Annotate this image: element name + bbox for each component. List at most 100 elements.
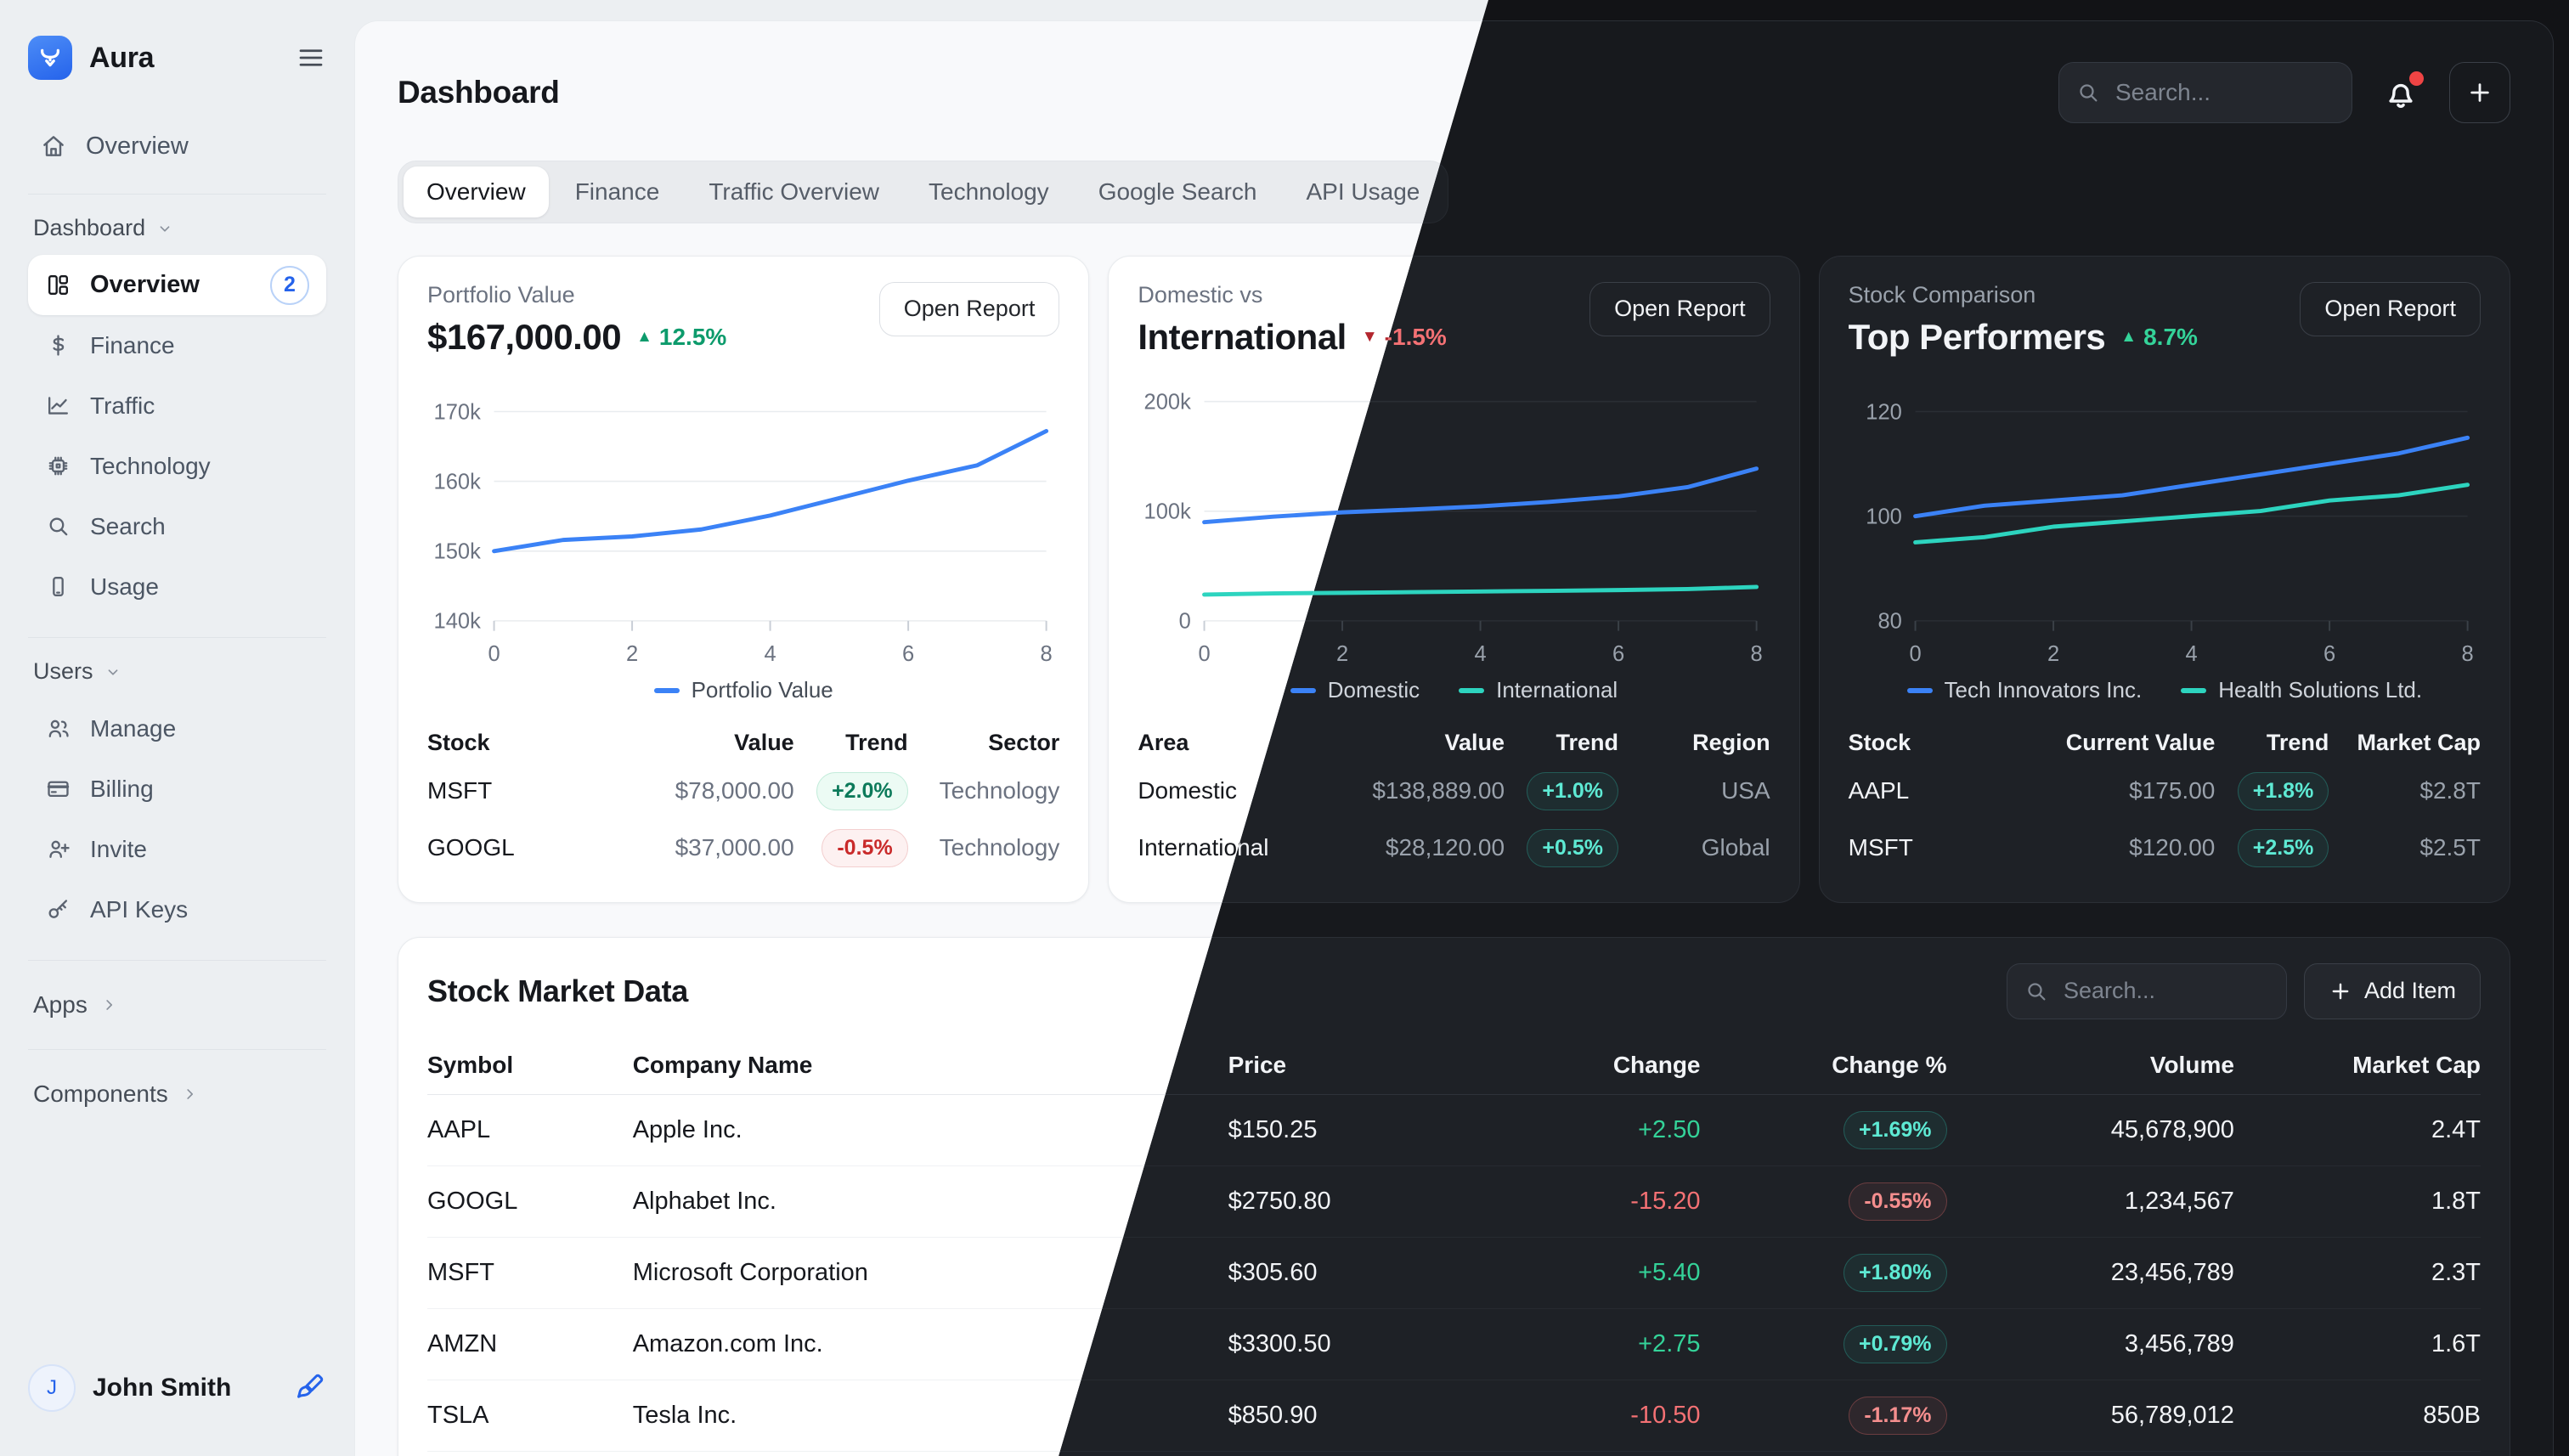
legend-item: International [1459, 677, 1618, 703]
cell-price: $3300.50 [1228, 1308, 1454, 1380]
legend-label: Health Solutions Ltd. [2218, 677, 2422, 703]
cell-price: $150.25 [1228, 1094, 1454, 1165]
sidebar-item-invite[interactable]: Invite [28, 819, 326, 879]
open-report-button[interactable]: Open Report [1589, 282, 1770, 336]
sidebar-item-manage[interactable]: Manage [28, 698, 326, 759]
cell-symbol: MSFT [427, 1237, 633, 1308]
line-chart: 140k150k160k170k02468 [427, 373, 1059, 672]
global-search-input[interactable] [2058, 62, 2352, 123]
cell-volume: 3,456,789 [1947, 1308, 2234, 1380]
tab-traffic-overview[interactable]: Traffic Overview [686, 166, 902, 217]
legend-swatch [1459, 688, 1484, 693]
divider [28, 637, 326, 638]
triangle-up-icon: ▲ [2120, 328, 2137, 347]
cell-change-pct: +2.84% [1701, 1451, 1947, 1456]
chevron-right-icon [99, 996, 118, 1014]
notifications-button[interactable] [2381, 73, 2420, 112]
sidebar-item-label: Finance [90, 332, 175, 359]
svg-text:8: 8 [1751, 642, 1763, 666]
sidebar-item-overview[interactable]: Overview2 [28, 255, 326, 315]
table-row: GOOGL$37,000.00-0.5%Technology [427, 820, 1059, 877]
sidebar-item-api-keys[interactable]: API Keys [28, 879, 326, 940]
svg-text:100: 100 [1866, 505, 1902, 528]
cell-market-cap: 1.8T [2234, 1165, 2481, 1237]
cell-symbol: AMZN [427, 1308, 633, 1380]
table-title: Stock Market Data [427, 973, 688, 1009]
line-chart: 8010012002468 [1849, 373, 2481, 672]
bull-icon [37, 44, 64, 71]
card-table: StockValueTrendSectorMSFT$78,000.00+2.0%… [427, 718, 1059, 877]
add-new-button[interactable] [2449, 62, 2510, 123]
trend-badge: +2.0% [816, 772, 908, 810]
cell-name: GOOGL [427, 820, 585, 877]
cell-value: $78,000.00 [585, 763, 794, 820]
sidebar-item-label: Search [90, 513, 166, 540]
sidebar-item-overview-top[interactable]: Overview [28, 119, 326, 173]
sidebar-item-technology[interactable]: Technology [28, 436, 326, 496]
cell-change-pct: +0.79% [1701, 1308, 1947, 1380]
svg-text:160k: 160k [434, 470, 482, 494]
trend-badge: +1.0% [1527, 772, 1618, 810]
svg-text:8: 8 [1041, 642, 1053, 666]
sidebar-item-search[interactable]: Search [28, 496, 326, 556]
sidebar-item-usage[interactable]: Usage [28, 556, 326, 617]
delta-value: 8.7% [2143, 324, 2198, 351]
cell-change: +2.75 [1454, 1308, 1700, 1380]
change-pct-badge: +0.79% [1843, 1325, 1947, 1363]
sidebar-item-label: Invite [90, 836, 147, 863]
theme-brush-icon[interactable] [292, 1371, 326, 1405]
card-header-left: Stock ComparisonTop Performers▲8.7% [1849, 282, 2198, 358]
chart-legend: Portfolio Value [427, 675, 1059, 706]
sidebar-item-traffic[interactable]: Traffic [28, 375, 326, 436]
cell-change-pct: -1.17% [1701, 1380, 1947, 1451]
section-label-users[interactable]: Users [28, 658, 326, 685]
column-header: Trend [2215, 718, 2329, 763]
delta-up: ▲ 8.7% [2120, 324, 2198, 351]
open-report-button[interactable]: Open Report [879, 282, 1060, 336]
trend-badge: +1.8% [2238, 772, 2329, 810]
cell-symbol: NVDA [427, 1451, 633, 1456]
sidebar-link-apps[interactable]: Apps [28, 981, 326, 1029]
card-title-row: $167,000.00▲12.5% [427, 317, 726, 358]
change-pct-badge: +1.80% [1843, 1254, 1947, 1292]
cell-extra: Technology [908, 763, 1060, 820]
cell-extra: $2.5T [2329, 820, 2481, 877]
sidebar-item-label: Usage [90, 573, 159, 601]
cell-market-cap: 850B [2234, 1380, 2481, 1451]
tab-api-usage[interactable]: API Usage [1283, 166, 1443, 217]
svg-text:150k: 150k [434, 539, 482, 563]
cell-volume: 1,234,567 [1947, 1165, 2234, 1237]
section-label-dashboard[interactable]: Dashboard [28, 215, 326, 241]
cell-value: $138,889.00 [1296, 763, 1505, 820]
tab-finance[interactable]: Finance [552, 166, 683, 217]
sidebar-item-billing[interactable]: Billing [28, 759, 326, 819]
user-row[interactable]: J John Smith [28, 1364, 326, 1412]
section-label-text: Users [33, 658, 93, 685]
device-icon [45, 573, 71, 600]
svg-text:0: 0 [1199, 642, 1211, 666]
column-header: Market Cap [2329, 718, 2481, 763]
card-header: Stock ComparisonTop Performers▲8.7%Open … [1849, 282, 2481, 358]
sidebar-link-components[interactable]: Components [28, 1070, 326, 1118]
legend-label: International [1496, 677, 1618, 703]
plus-icon [2329, 979, 2352, 1003]
sidebar-item-finance[interactable]: Finance [28, 315, 326, 375]
svg-text:140k: 140k [434, 609, 482, 633]
tab-overview[interactable]: Overview [404, 166, 549, 217]
open-report-button[interactable]: Open Report [2300, 282, 2481, 336]
add-item-button[interactable]: Add Item [2304, 963, 2481, 1019]
legend-label: Domestic [1328, 677, 1420, 703]
cell-change: +5.40 [1454, 1237, 1700, 1308]
table-controls: Add Item [2007, 963, 2481, 1019]
cell-trend: +2.0% [794, 763, 908, 820]
tab-google-search[interactable]: Google Search [1076, 166, 1280, 217]
plus-icon [2466, 79, 2493, 106]
sidebar-item-label: Manage [90, 715, 176, 742]
legend-swatch [654, 688, 680, 693]
legend-label: Portfolio Value [692, 677, 833, 703]
cell-market-cap: 1.1T [2234, 1451, 2481, 1456]
table-search [2007, 963, 2287, 1019]
hamburger-icon[interactable] [296, 42, 326, 73]
column-header-change: Change [1454, 1035, 1700, 1095]
tab-technology[interactable]: Technology [906, 166, 1072, 217]
